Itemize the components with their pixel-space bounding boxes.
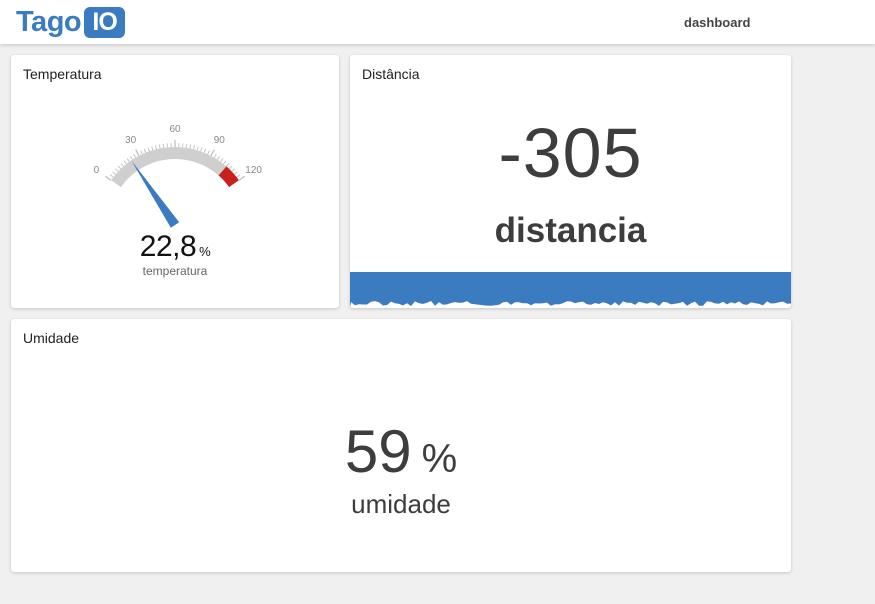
humidity-variable-name: umidade: [351, 489, 451, 519]
gauge-tick: [223, 160, 227, 165]
gauge-tick: [203, 148, 207, 153]
nav-dashboard[interactable]: dashboard: [684, 15, 750, 30]
gauge-tick: [147, 147, 150, 152]
gauge-tick: [228, 165, 233, 170]
umidade-widget: Umidade 59% umidade: [11, 319, 791, 572]
gauge-tick: [133, 153, 137, 158]
temperature-value: 22,8: [139, 230, 197, 263]
gauge-tick: [226, 163, 230, 167]
humidity-unit: %: [421, 437, 458, 481]
gauge-tick-label: 90: [214, 135, 226, 146]
gauge-tick: [151, 146, 154, 151]
temperature-unit: %: [199, 244, 211, 259]
gauge-tick-label: 60: [169, 124, 181, 135]
distancia-widget: Distância -305 distancia: [350, 55, 791, 308]
gauge-tick: [155, 145, 157, 150]
temperatura-widget: Temperatura 0 30 60 90 120 22,8% temperatura: [11, 55, 339, 308]
gauge-tick: [120, 163, 124, 167]
gauge-tick: [162, 143, 165, 148]
gauge-tick: [104, 175, 112, 181]
tago-io-logo[interactable]: Tago IO: [16, 5, 126, 39]
gauge-tick: [189, 144, 192, 149]
gauge-tick: [207, 150, 210, 155]
gauge-tick: [117, 165, 122, 170]
gauge-tick: [109, 174, 114, 178]
gauge-tick: [233, 171, 238, 175]
gauge-red-zone: [218, 166, 239, 188]
gauge-arc: [111, 147, 227, 188]
gauge-tick: [135, 149, 140, 157]
gauge-tick: [126, 158, 130, 162]
gauge-tick-label: 30: [125, 135, 137, 146]
gauge-variable-name: temperatura: [142, 264, 208, 278]
gauge-tick: [112, 171, 117, 175]
gauge-tick: [238, 175, 246, 181]
gauge-tick: [236, 174, 241, 178]
humidity-value: 59: [344, 418, 412, 485]
wave-background: [350, 272, 791, 308]
logo-text: Tago: [16, 6, 82, 38]
gauge-tick: [143, 148, 147, 153]
gauge-tick: [193, 145, 195, 150]
top-bar: Tago IO dashboard: [0, 0, 875, 44]
distance-variable-name: distancia: [494, 211, 647, 250]
logo-io-box: IO: [84, 6, 126, 38]
humidity-display: 59%: [11, 417, 791, 486]
gauge-value: 22,8%: [11, 230, 339, 264]
gauge-tick-label: 0: [94, 165, 100, 176]
gauge-tick: [220, 158, 224, 162]
gauge-tick: [158, 144, 161, 149]
gauge-tick: [114, 168, 119, 172]
gauge-tick: [200, 147, 203, 152]
gauge-tick: [231, 168, 236, 172]
widget-title: Umidade: [23, 330, 80, 346]
gauge-tick: [129, 155, 133, 160]
gauge-needle: [131, 160, 180, 228]
gauge-tick: [123, 160, 127, 165]
gauge-tick-label: 120: [245, 165, 262, 176]
widget-title: Distância: [362, 66, 420, 82]
gauge-tick: [213, 153, 217, 158]
distance-value: -305: [498, 114, 643, 192]
gauge-tick: [140, 150, 143, 155]
gauge-tick: [196, 146, 199, 151]
gauge-tick: [210, 149, 215, 157]
wave-fill: [350, 272, 791, 308]
gauge-tick: [185, 143, 188, 148]
gauge-tick: [217, 155, 221, 160]
